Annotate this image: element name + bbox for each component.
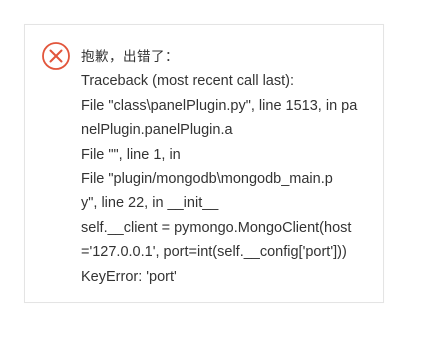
traceback-line: ='127.0.0.1', port=int(self.__config['po… [81, 244, 347, 261]
traceback-line: self.__client = pymongo.MongoClient(host [81, 219, 352, 236]
traceback-line: Traceback (most recent call last): [81, 73, 294, 90]
traceback-line: y", line 22, in __init__ [81, 195, 219, 212]
error-title: 抱歉，出错了： [81, 49, 179, 65]
traceback-line: File "", line 1, in [81, 146, 181, 163]
traceback-line: File "class\panelPlugin.py", line 1513, … [81, 97, 358, 114]
error-circle-x-icon [41, 41, 71, 71]
traceback-line: File "plugin/mongodb\mongodb_main.p [81, 170, 333, 187]
error-key-line: KeyError: 'port' [81, 268, 177, 285]
error-message: 抱歉，出错了： Traceback (most recent call last… [81, 45, 373, 289]
traceback-line: nelPlugin.panelPlugin.a [81, 122, 233, 139]
error-dialog: 抱歉，出错了： Traceback (most recent call last… [24, 24, 384, 303]
